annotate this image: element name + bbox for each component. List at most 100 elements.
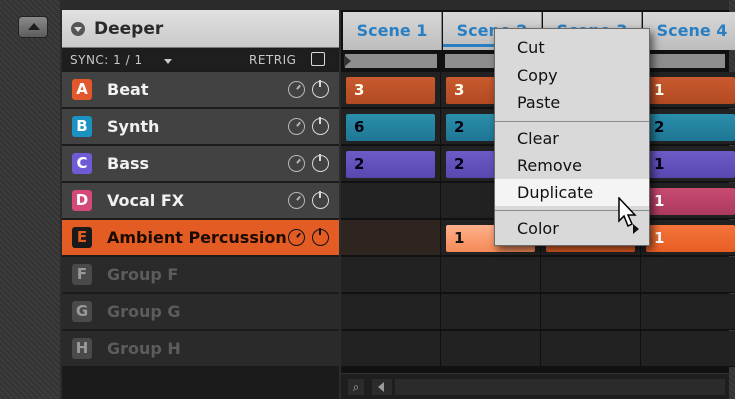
group-name: Group F <box>107 265 179 284</box>
scene-timeline[interactable] <box>641 51 729 71</box>
clip-cell[interactable] <box>641 257 735 293</box>
play-marker-icon <box>344 55 351 67</box>
timeline-bar <box>645 54 725 68</box>
group-name: Ambient Percussion <box>107 228 287 247</box>
mouse-cursor-icon <box>618 197 637 228</box>
group-row-a[interactable]: A Beat <box>62 72 339 108</box>
clip-number: 2 <box>454 118 465 136</box>
relative-knob-icon[interactable] <box>288 192 305 209</box>
group-row-b[interactable]: B Synth <box>62 109 339 145</box>
group-letter: C <box>72 153 92 174</box>
pattern-clip[interactable]: 1 <box>646 77 735 104</box>
magnifier-icon[interactable]: ⌕ <box>348 379 364 395</box>
tab-scene-1[interactable]: Scene 1 <box>343 12 442 50</box>
scene-timeline[interactable] <box>341 51 441 71</box>
scene-tab-label: Scene 1 <box>356 21 428 40</box>
group-row-e[interactable]: E Ambient Percussion <box>62 220 339 256</box>
clip-number: 1 <box>454 229 465 247</box>
project-header[interactable]: Deeper <box>62 10 339 48</box>
clip-cell[interactable] <box>441 294 541 330</box>
group-letter: F <box>72 264 92 285</box>
relative-knob-icon[interactable] <box>288 229 305 246</box>
menu-item-cut[interactable]: Cut <box>495 34 649 61</box>
group-row-g[interactable]: G Group G <box>62 294 339 330</box>
clip-cell[interactable]: 1 <box>641 183 735 219</box>
clip-number: 1 <box>654 81 665 99</box>
pattern-clip[interactable]: 1 <box>646 188 735 215</box>
pattern-clip[interactable]: 6 <box>346 114 435 141</box>
clip-cell[interactable] <box>441 257 541 293</box>
group-letter: D <box>72 190 92 211</box>
clip-number: 1 <box>654 229 665 247</box>
clip-cell[interactable]: 1 <box>641 220 735 256</box>
group-name: Beat <box>107 80 149 99</box>
clip-cell[interactable]: 2 <box>341 146 441 182</box>
pattern-clip[interactable]: 2 <box>346 151 435 178</box>
pattern-clip[interactable]: 3 <box>346 77 435 104</box>
clip-cell[interactable] <box>541 294 641 330</box>
clip-cell[interactable] <box>441 331 541 367</box>
clip-cell[interactable] <box>541 331 641 367</box>
power-icon[interactable] <box>312 80 329 98</box>
clip-cell[interactable] <box>641 331 735 367</box>
relative-knob-icon[interactable] <box>288 155 305 172</box>
collapse-button[interactable] <box>18 16 48 38</box>
clip-number: 6 <box>354 118 365 136</box>
clip-cell[interactable]: 1 <box>641 72 735 108</box>
menu-item-copy[interactable]: Copy <box>495 62 649 89</box>
relative-knob-icon[interactable] <box>288 118 305 135</box>
sync-label[interactable]: SYNC: 1 / 1 <box>70 53 143 67</box>
pattern-clip[interactable]: 1 <box>646 151 735 178</box>
project-title: Deeper <box>94 19 164 39</box>
group-letter: E <box>72 227 92 248</box>
clip-cell[interactable] <box>341 183 441 219</box>
scroll-left-button[interactable] <box>372 379 392 395</box>
pattern-clip[interactable]: 2 <box>646 114 735 141</box>
retrig-label: RETRIG <box>249 53 297 67</box>
retrig-checkbox[interactable] <box>311 52 325 66</box>
clip-cell[interactable]: 1 <box>641 146 735 182</box>
pattern-clip[interactable]: 1 <box>646 225 735 252</box>
clip-cell[interactable] <box>541 257 641 293</box>
clip-cell[interactable] <box>341 294 441 330</box>
group-name: Group H <box>107 339 181 358</box>
clip-number: 3 <box>454 81 465 99</box>
group-letter: G <box>72 301 92 322</box>
relative-knob-icon[interactable] <box>288 81 305 98</box>
group-letter: A <box>72 79 92 100</box>
group-name: Bass <box>107 154 150 173</box>
maschine-window: Deeper SYNC: 1 / 1 RETRIG A Beat B Synth… <box>0 0 735 399</box>
group-row-d[interactable]: D Vocal FX <box>62 183 339 219</box>
power-icon[interactable] <box>312 117 329 135</box>
power-icon[interactable] <box>312 228 329 246</box>
group-row-f[interactable]: F Group F <box>62 257 339 293</box>
left-strip <box>0 0 60 399</box>
scene-tab-label: Scene 4 <box>656 21 728 40</box>
clip-number: 2 <box>454 155 465 173</box>
group-name: Group G <box>107 302 181 321</box>
clip-cell[interactable] <box>341 220 441 256</box>
power-icon[interactable] <box>312 191 329 209</box>
dropdown-circle-icon[interactable] <box>71 22 85 36</box>
clip-cell[interactable] <box>641 294 735 330</box>
power-icon[interactable] <box>312 154 329 172</box>
group-name: Vocal FX <box>107 191 185 210</box>
clip-cell[interactable]: 2 <box>641 109 735 145</box>
clip-number: 1 <box>654 155 665 173</box>
clip-number: 2 <box>654 118 665 136</box>
clip-cell[interactable]: 3 <box>341 72 441 108</box>
sync-dropdown-icon[interactable] <box>164 59 172 64</box>
menu-item-color-label: Color <box>517 219 559 238</box>
tab-scene-4[interactable]: Scene 4 <box>643 12 735 50</box>
group-row-h[interactable]: H Group H <box>62 331 339 367</box>
clip-cell[interactable]: 6 <box>341 109 441 145</box>
clip-number: 2 <box>354 155 365 173</box>
menu-item-paste[interactable]: Paste <box>495 89 649 116</box>
group-name: Synth <box>107 117 160 136</box>
clip-cell[interactable] <box>341 257 441 293</box>
menu-item-remove[interactable]: Remove <box>495 152 649 179</box>
clip-cell[interactable] <box>341 331 441 367</box>
horizontal-scrollbar[interactable] <box>395 379 725 395</box>
group-row-c[interactable]: C Bass <box>62 146 339 182</box>
menu-item-clear[interactable]: Clear <box>495 125 649 152</box>
